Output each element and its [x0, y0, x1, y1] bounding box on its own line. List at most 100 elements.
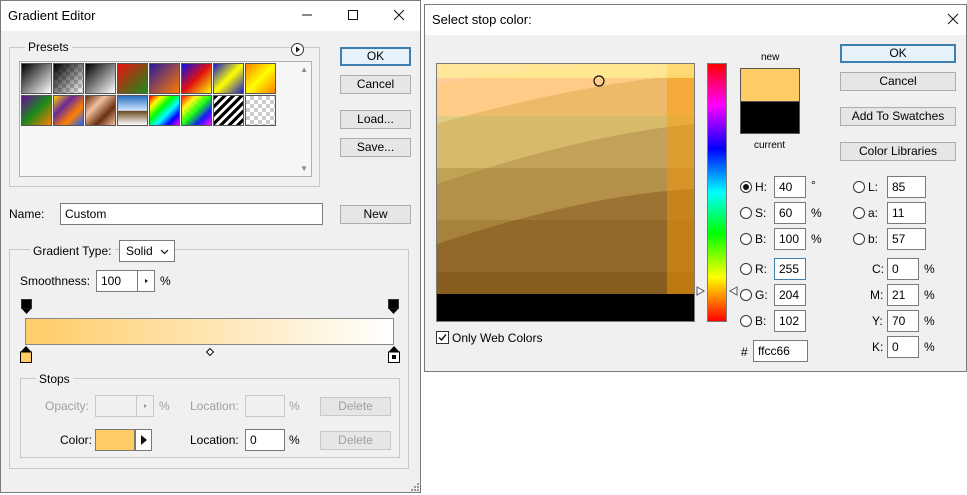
- opacity-stop-left[interactable]: [21, 299, 32, 315]
- hue-slider-right-arrow-icon[interactable]: [728, 285, 738, 299]
- brightness-field[interactable]: 100: [774, 228, 806, 250]
- black-field[interactable]: 0: [887, 336, 919, 358]
- green-radio[interactable]: [740, 289, 752, 301]
- saturation-label: S:: [755, 206, 767, 220]
- scrollbar-down-icon[interactable]: ▼: [300, 164, 308, 173]
- color-stop-right[interactable]: [388, 346, 400, 363]
- color-location-field[interactable]: 0: [245, 429, 285, 451]
- green-field[interactable]: 204: [774, 284, 806, 306]
- preset-black-white[interactable]: [85, 63, 116, 94]
- preset-blue-yellow-blue[interactable]: [213, 63, 244, 94]
- opacity-label: Opacity:: [45, 399, 90, 413]
- opacity-stop-right[interactable]: [388, 299, 399, 315]
- hue-field[interactable]: 40: [774, 176, 806, 198]
- preset-red-green[interactable]: [117, 63, 148, 94]
- preset-transparent-rainbow[interactable]: [181, 95, 212, 126]
- opacity-delete-button[interactable]: Delete: [320, 397, 391, 416]
- blue-field[interactable]: 102: [774, 310, 806, 332]
- color-libraries-button[interactable]: Color Libraries: [840, 142, 956, 161]
- red-field[interactable]: 255: [774, 258, 806, 280]
- preset-transparent-stripes[interactable]: [213, 95, 244, 126]
- hue-unit: °: [811, 178, 816, 192]
- color-picker-title: Select stop color:: [432, 12, 532, 27]
- lab-b-field[interactable]: 57: [887, 228, 926, 250]
- lab-a-radio[interactable]: [853, 207, 865, 219]
- gradient-type-value: Solid: [126, 244, 153, 258]
- close-button[interactable]: [376, 1, 422, 31]
- hue-slider[interactable]: [707, 63, 727, 322]
- brightness-radio[interactable]: [740, 233, 752, 245]
- saturation-unit: %: [811, 206, 822, 220]
- lab-b-radio[interactable]: [853, 233, 865, 245]
- smoothness-field[interactable]: 100: [96, 270, 138, 292]
- current-color-swatch[interactable]: [740, 101, 800, 134]
- scrollbar-up-icon[interactable]: ▲: [300, 65, 308, 74]
- color-picker-cancel-button[interactable]: Cancel: [840, 72, 956, 91]
- yellow-unit: %: [924, 314, 935, 328]
- opacity-location-label: Location:: [190, 399, 239, 413]
- gradient-type-select[interactable]: Solid: [119, 240, 175, 262]
- preset-orange-yellow-orange[interactable]: [245, 63, 276, 94]
- midpoint-diamond-icon[interactable]: [205, 345, 215, 357]
- yellow-label: Y:: [872, 314, 883, 328]
- lab-l-field[interactable]: 85: [887, 176, 926, 198]
- ok-button[interactable]: OK: [340, 47, 411, 66]
- hex-field[interactable]: ffcc66: [753, 340, 808, 362]
- color-delete-button[interactable]: Delete: [320, 431, 391, 450]
- new-color-swatch: [740, 68, 800, 101]
- new-button[interactable]: New: [340, 205, 411, 224]
- preset-fg-transparent[interactable]: [53, 63, 84, 94]
- load-button[interactable]: Load...: [340, 110, 411, 129]
- hue-slider-left-arrow-icon[interactable]: [696, 285, 706, 299]
- only-web-colors-checkbox[interactable]: [436, 331, 449, 344]
- resize-grip-icon[interactable]: [409, 481, 420, 492]
- opacity-location-field[interactable]: [245, 395, 285, 417]
- preset-violet-green-orange[interactable]: [21, 95, 52, 126]
- stop-color-menu-button[interactable]: [135, 429, 152, 451]
- color-stop-left[interactable]: [20, 346, 32, 363]
- lab-a-field[interactable]: 11: [887, 202, 926, 224]
- minimize-button[interactable]: [284, 1, 330, 31]
- preset-fg-transparent-2[interactable]: [245, 95, 276, 126]
- stop-color-swatch[interactable]: [95, 429, 135, 451]
- color-picker-close-button[interactable]: [930, 5, 967, 35]
- preset-copper[interactable]: [85, 95, 116, 126]
- gradient-editor-window: Gradient Editor Presets ▲ ▼ OK Cancel Lo…: [0, 0, 421, 493]
- add-to-swatches-button[interactable]: Add To Swatches: [840, 107, 956, 126]
- magenta-field[interactable]: 21: [887, 284, 919, 306]
- maximize-button[interactable]: [330, 1, 376, 31]
- smoothness-percent: %: [160, 274, 171, 288]
- preset-yellow-violet-orange-blue[interactable]: [53, 95, 84, 126]
- yellow-field[interactable]: 70: [887, 310, 919, 332]
- presets-menu-icon[interactable]: [291, 43, 304, 56]
- cyan-field[interactable]: 0: [887, 258, 919, 280]
- color-field[interactable]: [436, 63, 695, 322]
- smoothness-stepper-button[interactable]: [137, 270, 155, 292]
- preset-blue-red-yellow[interactable]: [181, 63, 212, 94]
- color-picker-ok-button[interactable]: OK: [840, 44, 956, 63]
- preset-violet-orange[interactable]: [149, 63, 180, 94]
- presets-label: Presets: [25, 40, 72, 54]
- blue-radio[interactable]: [740, 315, 752, 327]
- saturation-field[interactable]: 60: [774, 202, 806, 224]
- preset-chrome[interactable]: [117, 95, 148, 126]
- green-label: G:: [755, 288, 768, 302]
- only-web-colors-label: Only Web Colors: [452, 331, 543, 345]
- name-field[interactable]: Custom: [60, 203, 323, 225]
- hue-radio[interactable]: [740, 181, 752, 193]
- lab-a-label: a:: [868, 206, 879, 220]
- maximize-icon: [348, 10, 358, 20]
- lab-l-radio[interactable]: [853, 181, 865, 193]
- lab-b-label: b:: [868, 232, 879, 246]
- opacity-field[interactable]: [95, 395, 137, 417]
- gradient-bar[interactable]: [25, 318, 394, 345]
- red-radio[interactable]: [740, 263, 752, 275]
- chevron-down-icon: [160, 249, 169, 255]
- preset-spectrum[interactable]: [149, 95, 180, 126]
- save-button[interactable]: Save...: [340, 138, 411, 157]
- cancel-button[interactable]: Cancel: [340, 75, 411, 94]
- color-picker-titlebar[interactable]: Select stop color:: [425, 5, 966, 35]
- preset-fg-bg[interactable]: [21, 63, 52, 94]
- saturation-radio[interactable]: [740, 207, 752, 219]
- opacity-stepper-button[interactable]: [136, 395, 154, 417]
